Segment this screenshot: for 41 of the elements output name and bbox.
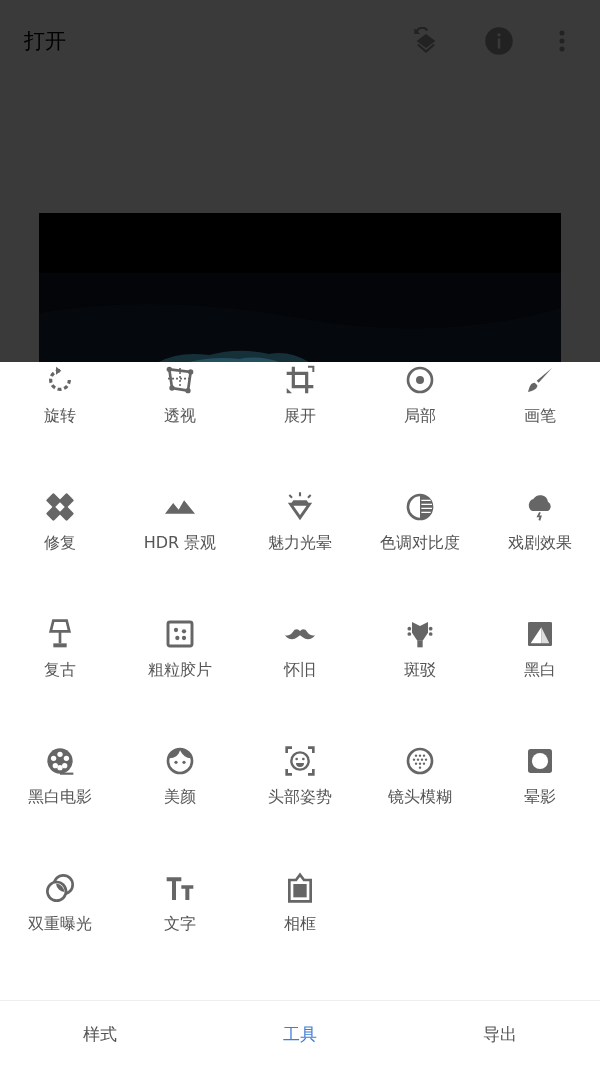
dotted-square-icon xyxy=(164,618,196,650)
face-icon xyxy=(164,745,196,777)
target-icon xyxy=(404,364,436,396)
face-frame-icon xyxy=(284,745,316,777)
tool-item[interactable]: 旋转 xyxy=(0,362,120,489)
bottom-tab[interactable]: 导出 xyxy=(453,1012,547,1056)
film-reel-icon xyxy=(44,745,76,777)
tool-item[interactable]: 局部 xyxy=(360,362,480,489)
tool-item[interactable]: 展开 xyxy=(240,362,360,489)
tool-item[interactable]: 双重曝光 xyxy=(0,870,120,997)
contrast-icon xyxy=(404,491,436,523)
mountains-icon xyxy=(165,500,195,514)
tool-item[interactable]: 戏剧效果 xyxy=(480,489,600,616)
tool-item[interactable]: 斑驳 xyxy=(360,616,480,743)
tool-item[interactable]: 修复 xyxy=(0,489,120,616)
tool-item[interactable]: 粗粒胶片 xyxy=(120,616,240,743)
tool-item[interactable]: 黑白电影 xyxy=(0,743,120,870)
tool-item[interactable]: 镜头模糊 xyxy=(360,743,480,870)
info-icon[interactable] xyxy=(484,26,514,56)
tool-item[interactable]: 色调对比度 xyxy=(360,489,480,616)
tool-item[interactable]: 怀旧 xyxy=(240,616,360,743)
perspective-icon xyxy=(164,364,196,396)
tool-item[interactable]: 晕影 xyxy=(480,743,600,870)
bottom-tab[interactable]: 样式 xyxy=(53,1012,147,1056)
mustache-icon xyxy=(285,628,315,640)
tool-item[interactable]: 复古 xyxy=(0,616,120,743)
tool-item[interactable]: 头部姿势 xyxy=(240,743,360,870)
tool-item[interactable]: 文字 xyxy=(120,870,240,997)
overlapping-circles-icon xyxy=(44,872,76,904)
more-icon[interactable] xyxy=(558,28,566,54)
tool-item[interactable]: 透视 xyxy=(120,362,240,489)
bottom-tab[interactable]: 工具 xyxy=(253,1012,347,1056)
dotted-circle-icon xyxy=(404,745,436,777)
tool-item[interactable]: 相框 xyxy=(240,870,360,997)
screen-title: 打开 xyxy=(24,28,66,55)
crop-icon xyxy=(284,364,316,396)
tool-item[interactable]: 美颜 xyxy=(120,743,240,870)
tool-item[interactable]: 画笔 xyxy=(480,362,600,489)
tool-item[interactable]: HDR 景观 xyxy=(120,489,240,616)
tool-item[interactable]: 黑白 xyxy=(480,616,600,743)
tool-item[interactable]: 魅力光晕 xyxy=(240,489,360,616)
